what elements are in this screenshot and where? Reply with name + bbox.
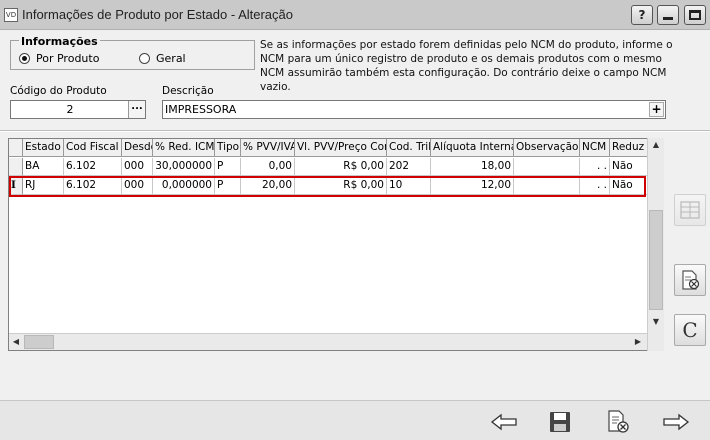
grid-column-header[interactable]: Cod Fiscal	[64, 139, 122, 157]
grid-cell[interactable]: R$ 0,00	[295, 158, 387, 176]
minimize-icon	[663, 17, 673, 20]
state-info-grid[interactable]: EstadoCod FiscalDesdo% Red. ICMTipo% PVV…	[8, 138, 664, 351]
codigo-value: 2	[66, 103, 74, 116]
vertical-scrollbar[interactable]: ▲ ▼	[647, 138, 664, 351]
descricao-value: IMPRESSORA	[165, 103, 237, 116]
back-button[interactable]	[488, 407, 520, 437]
grid-column-header[interactable]: Desdo	[122, 139, 153, 157]
grid-column-header[interactable]: Alíquota Interna	[431, 139, 514, 157]
radio-geral[interactable]: Geral	[139, 52, 186, 65]
cancel-document-icon	[608, 410, 629, 433]
grid-column-header[interactable]: Cod. Trib	[387, 139, 431, 157]
radio-dot-selected	[19, 53, 30, 64]
vertical-scroll-thumb[interactable]	[649, 210, 663, 310]
forward-button[interactable]	[660, 407, 692, 437]
save-button[interactable]	[544, 407, 576, 437]
help-icon: ?	[638, 8, 646, 22]
grid-cell[interactable]: . .	[580, 158, 610, 176]
forward-arrow-icon	[663, 413, 690, 431]
grid-cell[interactable]: 0,00	[241, 158, 295, 176]
grid-column-header[interactable]: Tipo	[215, 139, 241, 157]
radio-label: Geral	[156, 52, 186, 65]
descricao-field[interactable]: IMPRESSORA +	[162, 100, 666, 119]
grid-cell[interactable]: 000	[122, 158, 153, 176]
grid-cell[interactable]: P	[215, 158, 241, 176]
bottom-toolbar	[0, 400, 710, 440]
info-group: Informações Por Produto Geral	[10, 35, 255, 70]
selected-row-highlight	[9, 176, 646, 197]
grid-column-header[interactable]: % PVV/IVA	[241, 139, 295, 157]
grid-column-header[interactable]: Reduz	[610, 139, 650, 157]
app-icon: VD	[4, 8, 18, 22]
cancel-document-button[interactable]	[602, 407, 634, 437]
info-note: Se as informações por estado forem defin…	[260, 39, 673, 93]
back-arrow-icon	[490, 413, 517, 431]
c-button[interactable]: C	[674, 314, 706, 346]
grid-cell[interactable]: 30,000000	[153, 158, 215, 176]
maximize-button[interactable]	[684, 5, 706, 25]
horizontal-scrollbar[interactable]: ◀ ▶	[9, 333, 647, 350]
maximize-icon	[689, 10, 701, 20]
grid-cell[interactable]	[514, 158, 580, 176]
scroll-up-icon[interactable]: ▲	[648, 138, 664, 152]
grid-column-header[interactable]: Observação	[514, 139, 580, 157]
codigo-field[interactable]: 2 ...	[10, 100, 146, 119]
grid-column-header[interactable]: % Red. ICM	[153, 139, 215, 157]
window-title: Informações de Produto por Estado - Alte…	[22, 7, 293, 22]
save-icon	[550, 412, 570, 432]
help-button[interactable]: ?	[631, 5, 653, 25]
grid-header-indicator	[9, 139, 23, 157]
radio-dot	[139, 53, 150, 64]
grid-icon	[680, 201, 700, 219]
title-bar: VD Informações de Produto por Estado - A…	[0, 0, 710, 30]
c-letter-icon: C	[682, 318, 698, 342]
delete-record-icon	[682, 270, 700, 290]
radio-por-produto[interactable]: Por Produto	[19, 52, 99, 65]
grid-cell[interactable]: 18,00	[431, 158, 514, 176]
radio-label: Por Produto	[36, 52, 100, 65]
codigo-label: Código do Produto	[10, 85, 107, 97]
separator	[0, 130, 710, 132]
minimize-button[interactable]	[657, 5, 679, 25]
scroll-down-icon[interactable]: ▼	[648, 315, 664, 329]
horizontal-scroll-thumb[interactable]	[24, 335, 54, 349]
descricao-label: Descrição	[162, 85, 214, 97]
scroll-left-icon[interactable]: ◀	[9, 334, 23, 350]
delete-record-button[interactable]	[674, 264, 706, 296]
grid-column-header[interactable]: Vl. PVV/Preço Cons	[295, 139, 387, 157]
grid-cell[interactable]: BA	[23, 158, 64, 176]
grid-button[interactable]	[674, 194, 706, 226]
grid-cell[interactable]: Não	[610, 158, 650, 176]
codigo-lookup-button[interactable]: ...	[128, 101, 145, 118]
grid-cell[interactable]: 6.102	[64, 158, 122, 176]
scroll-right-icon[interactable]: ▶	[631, 334, 645, 350]
row-indicator[interactable]	[9, 158, 23, 176]
grid-column-header[interactable]: NCM	[580, 139, 610, 157]
grid-column-header[interactable]: Estado	[23, 139, 64, 157]
grid-cell[interactable]: 202	[387, 158, 431, 176]
descricao-expand-button[interactable]: +	[649, 102, 664, 117]
info-group-title: Informações	[19, 35, 100, 48]
